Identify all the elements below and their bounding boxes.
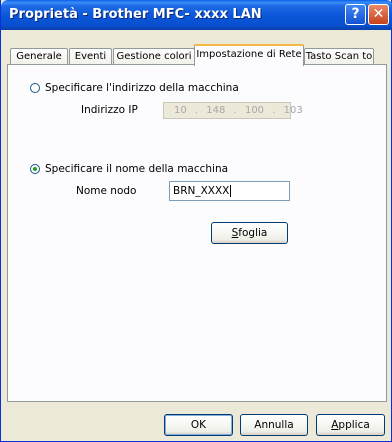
tab-eventi[interactable]: Eventi [69, 48, 112, 65]
window-title: Proprietà - Brother MFC- xxxx LAN [9, 7, 262, 22]
radio-specify-address-label[interactable]: Specificare l'indirizzo della macchina [45, 82, 239, 94]
radio-specify-name-label[interactable]: Specificare il nome della macchina [45, 163, 228, 175]
browse-button[interactable]: Sfoglia [211, 222, 288, 244]
ip-separator: . [272, 105, 276, 116]
ip-address-field[interactable]: 10 . 148 . 100 . 103 [163, 102, 303, 119]
apply-button-label: pplica [338, 419, 370, 431]
ip-octet-1: 10 [174, 105, 187, 116]
help-button[interactable]: ? [345, 4, 366, 25]
tab-tasto-scan-to[interactable]: Tasto Scan to [304, 48, 374, 65]
node-name-input[interactable]: BRN_XXXX [169, 181, 290, 201]
cancel-button[interactable]: Annulla [240, 414, 308, 436]
tab-strip: Generale Eventi Gestione colori Impostaz… [1, 44, 392, 66]
properties-dialog: Proprietà - Brother MFC- xxxx LAN ? ✕ Ge… [0, 0, 392, 442]
ok-button[interactable]: OK [164, 414, 233, 436]
browse-button-label: foglia [238, 227, 268, 239]
ip-address-label: Indirizzo IP [81, 104, 138, 116]
ip-octet-4: 103 [283, 105, 303, 116]
radio-specify-name[interactable] [30, 164, 40, 174]
radio-selected-dot [33, 167, 37, 171]
ip-separator: . [233, 105, 237, 116]
close-button[interactable]: ✕ [368, 4, 389, 25]
tab-generale[interactable]: Generale [10, 48, 68, 65]
tab-impostazione-di-rete[interactable]: Impostazione di Rete [194, 44, 304, 66]
radio-specify-address[interactable] [30, 83, 40, 93]
ip-octet-2: 148 [206, 105, 226, 116]
node-name-label: Nome nodo [76, 185, 137, 197]
title-bar[interactable]: Proprietà - Brother MFC- xxxx LAN ? ✕ [1, 0, 392, 30]
close-icon: ✕ [372, 6, 385, 22]
ip-octet-3: 100 [244, 105, 265, 116]
apply-button[interactable]: Applica [316, 414, 385, 436]
text-caret [230, 185, 232, 197]
help-icon: ? [351, 6, 360, 22]
tab-gestione-colori[interactable]: Gestione colori [113, 48, 195, 65]
node-name-value: BRN_XXXX [173, 185, 230, 197]
ip-separator: . [194, 105, 199, 116]
